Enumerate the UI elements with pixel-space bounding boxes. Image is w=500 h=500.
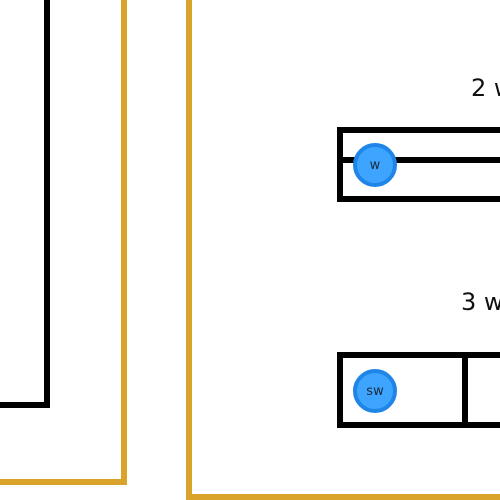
three-way-divider-line (462, 352, 468, 428)
two-way-switch-circle: w (353, 143, 397, 187)
three-way-switch-circle: sw (353, 369, 397, 413)
right-orange-vertical-line (186, 0, 192, 500)
three-way-label: 3 w (461, 288, 500, 316)
two-way-label: 2 w (471, 74, 500, 102)
two-way-switch-circle-label: w (369, 157, 381, 173)
left-black-horizontal-line (0, 402, 50, 408)
diagram-canvas: 2 w w 3 w sw (0, 0, 500, 500)
left-orange-horizontal-line (0, 479, 127, 485)
left-orange-vertical-line (121, 0, 127, 485)
left-black-vertical-line (44, 0, 50, 408)
three-way-switch-circle-label: sw (366, 383, 384, 399)
right-orange-horizontal-line (186, 494, 500, 500)
